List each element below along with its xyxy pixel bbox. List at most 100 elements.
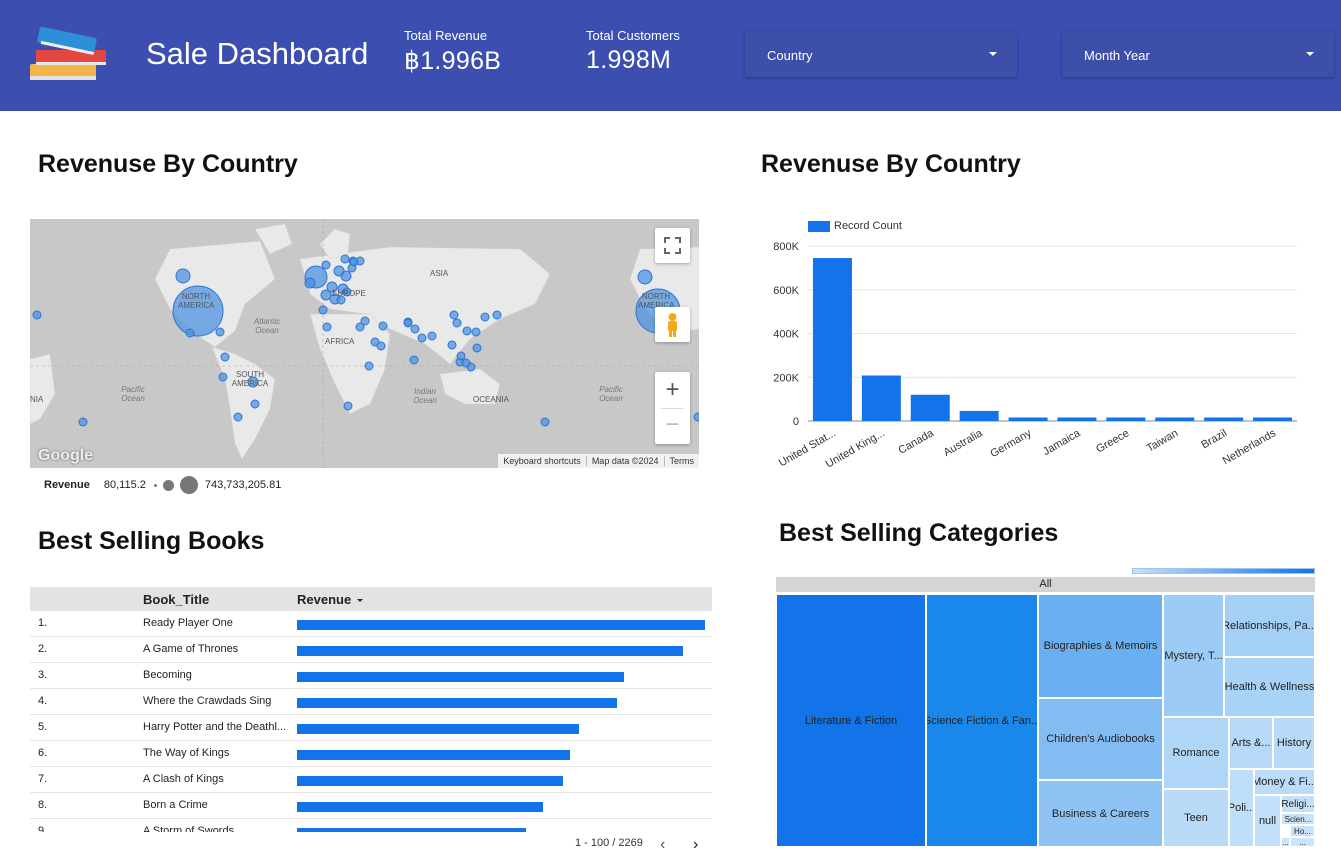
map-bubble[interactable] (540, 417, 550, 427)
map-bubble[interactable] (447, 340, 457, 350)
treemap-cell[interactable]: Ho... (1290, 825, 1315, 837)
map-bubble[interactable] (250, 399, 260, 409)
bar[interactable] (812, 258, 852, 421)
treemap-cell[interactable]: Scien... (1281, 813, 1315, 825)
treemap-cell[interactable]: Literature & Fiction (776, 594, 926, 847)
treemap-cell[interactable]: Science Fiction & Fan... (926, 594, 1038, 847)
table-row[interactable]: 1. Ready Player One (30, 611, 712, 637)
map-bubble[interactable] (78, 417, 88, 427)
next-page-button[interactable]: › (693, 836, 698, 854)
map-bubble[interactable] (360, 316, 370, 326)
treemap-cell[interactable]: Poli... (1229, 769, 1254, 847)
map-bubble[interactable] (471, 327, 481, 337)
treemap-cell[interactable]: Biographies & Memoirs (1038, 594, 1163, 698)
x-tick-label: Taiwan (1145, 427, 1181, 455)
map-bubble[interactable] (480, 312, 490, 322)
map-bubble[interactable] (333, 265, 345, 277)
row-number: 9. (38, 825, 48, 832)
map-bubble[interactable] (322, 322, 332, 332)
bar[interactable] (1008, 417, 1048, 422)
map-bubble[interactable] (410, 324, 420, 334)
table-row[interactable]: 8. Born a Crime (30, 793, 712, 819)
legend-metric-label: Revenue (44, 479, 90, 491)
treemap-cell[interactable]: Teen (1163, 789, 1229, 847)
table-row[interactable]: 2. A Game of Thrones (30, 637, 712, 663)
column-header-book-title[interactable]: Book_Title (143, 592, 209, 607)
treemap-cell[interactable]: Relationships, Pa... (1224, 594, 1315, 657)
keyboard-shortcuts-link[interactable]: Keyboard shortcuts (498, 456, 586, 466)
google-logo: Google (38, 447, 94, 464)
map-bubble[interactable] (449, 310, 459, 320)
map-bubble[interactable] (403, 318, 413, 328)
map-bubble[interactable] (185, 328, 195, 338)
treemap-cell[interactable]: Mystery, T... (1163, 594, 1224, 717)
zoom-out-button[interactable]: − (655, 408, 690, 444)
treemap-cell[interactable]: Health & Wellness (1224, 657, 1315, 717)
legend-min-value: 80,115.2 (103, 479, 146, 491)
previous-page-button[interactable]: ‹ (660, 836, 665, 854)
column-header-revenue[interactable]: Revenue (297, 592, 364, 607)
map-bubble[interactable] (378, 321, 388, 331)
map-bubble[interactable] (461, 358, 471, 368)
treemap-cell[interactable]: null (1254, 795, 1281, 847)
map-bubble[interactable] (492, 310, 502, 320)
map-bubble[interactable] (318, 305, 328, 315)
treemap-cell[interactable]: Children's Audiobooks (1038, 698, 1163, 780)
table-row[interactable]: 5. Harry Potter and the Deathl... (30, 715, 712, 741)
country-filter-dropdown[interactable]: Country (745, 32, 1017, 77)
bar[interactable] (1253, 417, 1293, 422)
bar[interactable] (1155, 417, 1195, 422)
treemap-cell[interactable]: Arts &... (1229, 717, 1273, 769)
bar[interactable] (861, 375, 901, 422)
bar[interactable] (910, 394, 950, 421)
treemap-cell[interactable]: Romance (1163, 717, 1229, 789)
treemap-cell[interactable]: History (1273, 717, 1315, 769)
treemap-root-header[interactable]: All (776, 577, 1315, 592)
table-row[interactable]: 9. A Storm of Swords (30, 819, 712, 832)
map-bubble[interactable] (340, 254, 350, 264)
bar[interactable] (1106, 417, 1146, 422)
map-bubble[interactable] (452, 318, 462, 328)
month-year-filter-dropdown[interactable]: Month Year (1062, 32, 1334, 77)
legend-max-value: 743,733,205.81 (204, 479, 282, 491)
treemap-cell[interactable]: Business & Careers (1038, 780, 1163, 847)
map-bubble[interactable] (304, 277, 316, 289)
treemap-cell[interactable]: Money & Fi... (1254, 769, 1315, 795)
map-bubble[interactable] (427, 331, 437, 341)
bar[interactable] (959, 410, 999, 421)
map-bubble[interactable] (175, 268, 191, 284)
table-row[interactable]: 7. A Clash of Kings (30, 767, 712, 793)
map-bubble[interactable] (376, 341, 386, 351)
street-view-pegman-button[interactable] (655, 307, 690, 342)
map-bubble[interactable] (417, 333, 427, 343)
bar[interactable] (1204, 417, 1244, 422)
map-bubble[interactable] (472, 343, 482, 353)
map-bubble[interactable] (343, 401, 353, 411)
table-row[interactable]: 6. The Way of Kings (30, 741, 712, 767)
map-bubble[interactable] (220, 352, 230, 362)
map-bubble[interactable] (233, 412, 243, 422)
zoom-in-button[interactable]: + (655, 372, 690, 408)
filter-label: Month Year (1084, 48, 1150, 63)
treemap-cell[interactable]: Religi... (1281, 795, 1315, 813)
map-bubble[interactable] (637, 269, 653, 285)
map-bubble[interactable] (364, 361, 374, 371)
map-bubble[interactable] (218, 372, 228, 382)
map-bubble[interactable] (462, 326, 472, 336)
revenue-bubble-map[interactable]: ASIA NORTH AMERICA NORTH AMERICA EUROPE … (30, 219, 699, 468)
bar[interactable] (1057, 417, 1097, 422)
table-row[interactable]: 3. Becoming (30, 663, 712, 689)
map-bubble[interactable] (349, 257, 359, 267)
table-row[interactable]: 4. Where the Crawdads Sing (30, 689, 712, 715)
treemap-cell[interactable]: ... (1290, 837, 1315, 847)
y-tick-label: 200K (773, 372, 799, 384)
map-bubble[interactable] (409, 355, 419, 365)
map-bubble[interactable] (456, 351, 466, 361)
map-bubble[interactable] (32, 310, 42, 320)
fullscreen-button[interactable] (655, 228, 690, 263)
map-bubble[interactable] (321, 260, 331, 270)
map-bubble[interactable] (215, 327, 225, 337)
map-bubble[interactable] (693, 412, 699, 422)
treemap-cell[interactable]: ... (1281, 837, 1290, 847)
terms-link[interactable]: Terms (663, 456, 700, 466)
